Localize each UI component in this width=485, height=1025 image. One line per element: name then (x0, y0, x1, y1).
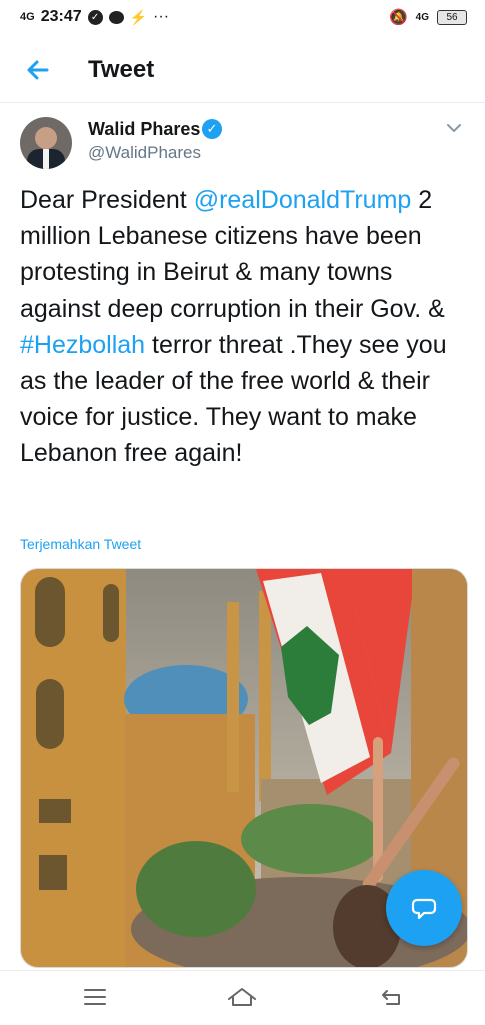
chevron-down-icon (447, 124, 461, 132)
message-icon (108, 10, 124, 24)
hashtag-link[interactable]: #Hezbollah (20, 331, 145, 359)
tweet-text-part: Dear President (20, 186, 194, 214)
header: Tweet (0, 44, 485, 103)
check-icon: ✓ (87, 9, 103, 25)
nav-back-button[interactable] (370, 979, 410, 1015)
page-title: Tweet (88, 56, 155, 83)
author-handle[interactable]: @WalidPhares (88, 143, 201, 163)
signal-strength: 4G (20, 10, 35, 23)
status-bar: 4G 23:47 ✓ ⚡ ··· 🔕 4G 56 (0, 0, 485, 36)
status-time: 23:47 (40, 8, 82, 25)
battery-indicator: 56 (437, 9, 467, 25)
avatar[interactable] (20, 117, 72, 169)
hamburger-icon (84, 989, 106, 1005)
nav-menu-button[interactable] (75, 979, 115, 1015)
translate-link[interactable]: Terjemahkan Tweet (20, 536, 141, 552)
more-notifications: ··· (153, 8, 170, 25)
back-button[interactable] (20, 52, 56, 88)
network-label: 4G (415, 11, 429, 23)
tweet-menu-button[interactable] (444, 118, 464, 143)
return-icon (382, 990, 400, 1005)
home-icon (228, 988, 256, 1006)
mention-link[interactable]: @realDonaldTrump (194, 186, 412, 214)
tweet-text: Dear President @realDonaldTrump 2 millio… (20, 182, 470, 472)
mute-icon: 🔕 (388, 9, 408, 26)
verified-badge-icon: ✓ (202, 119, 222, 139)
system-nav-bar (0, 970, 485, 1025)
reply-bubble-icon (411, 898, 437, 920)
compose-reply-button[interactable] (386, 870, 462, 946)
arrow-left-icon (27, 60, 49, 80)
notification-icon: ⚡ (129, 8, 148, 25)
author-name[interactable]: Walid Phares (88, 119, 200, 140)
nav-home-button[interactable] (222, 979, 262, 1015)
